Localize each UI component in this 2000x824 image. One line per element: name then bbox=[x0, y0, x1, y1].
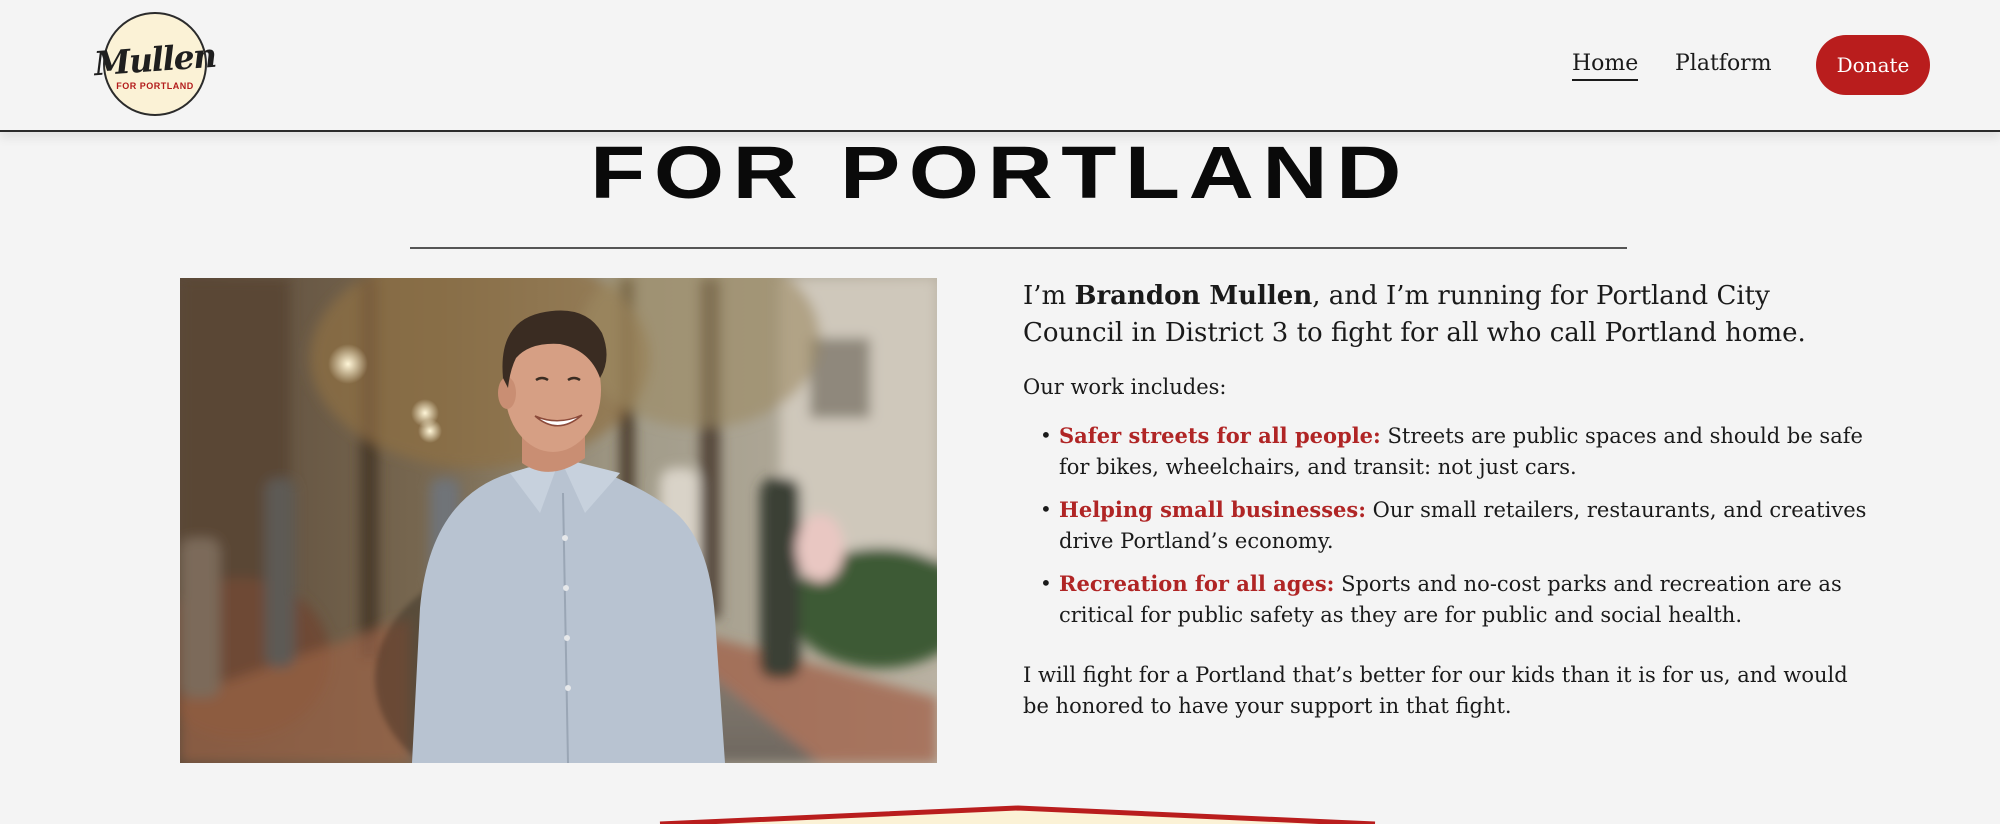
nav-link-platform[interactable]: Platform bbox=[1675, 50, 1772, 78]
work-heading: Our work includes: bbox=[1023, 375, 1227, 399]
section-divider bbox=[410, 247, 1627, 249]
closing-paragraph: I will fight for a Portland that’s bette… bbox=[1023, 663, 1848, 718]
bullet-icon: • bbox=[1040, 571, 1052, 595]
item-title: Safer streets for all people: bbox=[1059, 423, 1381, 448]
logo-name: Mullen bbox=[92, 35, 217, 84]
candidate-photo bbox=[180, 278, 937, 763]
site-header: Mullen FOR PORTLAND Home Platform Donate bbox=[0, 0, 2000, 132]
list-item: • Helping small businesses: Our small ret… bbox=[1023, 494, 1873, 557]
candidate-name: Brandon Mullen bbox=[1074, 281, 1313, 311]
nav-link-home[interactable]: Home bbox=[1572, 50, 1639, 81]
bottom-ribbon bbox=[659, 805, 1376, 824]
bullet-icon: • bbox=[1040, 423, 1052, 447]
item-title: Recreation for all ages: bbox=[1059, 571, 1335, 596]
intro-prefix: I’m bbox=[1023, 281, 1075, 311]
item-title: Helping small businesses: bbox=[1059, 497, 1366, 522]
list-item: • Safer streets for all people: Streets a… bbox=[1023, 420, 1873, 483]
donate-button[interactable]: Donate bbox=[1816, 35, 1930, 95]
logo-tagline: FOR PORTLAND bbox=[116, 81, 194, 91]
hero-title: FOR PORTLAND bbox=[590, 131, 1410, 214]
bullet-icon: • bbox=[1040, 497, 1052, 521]
list-item: • Recreation for all ages: Sports and no-… bbox=[1023, 568, 1873, 631]
campaign-logo[interactable]: Mullen FOR PORTLAND bbox=[93, 12, 217, 116]
bio-section: I’m Brandon Mullen, and I’m running for … bbox=[1023, 278, 1873, 722]
priorities-list: • Safer streets for all people: Streets a… bbox=[1023, 420, 1873, 631]
intro-paragraph: I’m Brandon Mullen, and I’m running for … bbox=[1023, 278, 1873, 352]
